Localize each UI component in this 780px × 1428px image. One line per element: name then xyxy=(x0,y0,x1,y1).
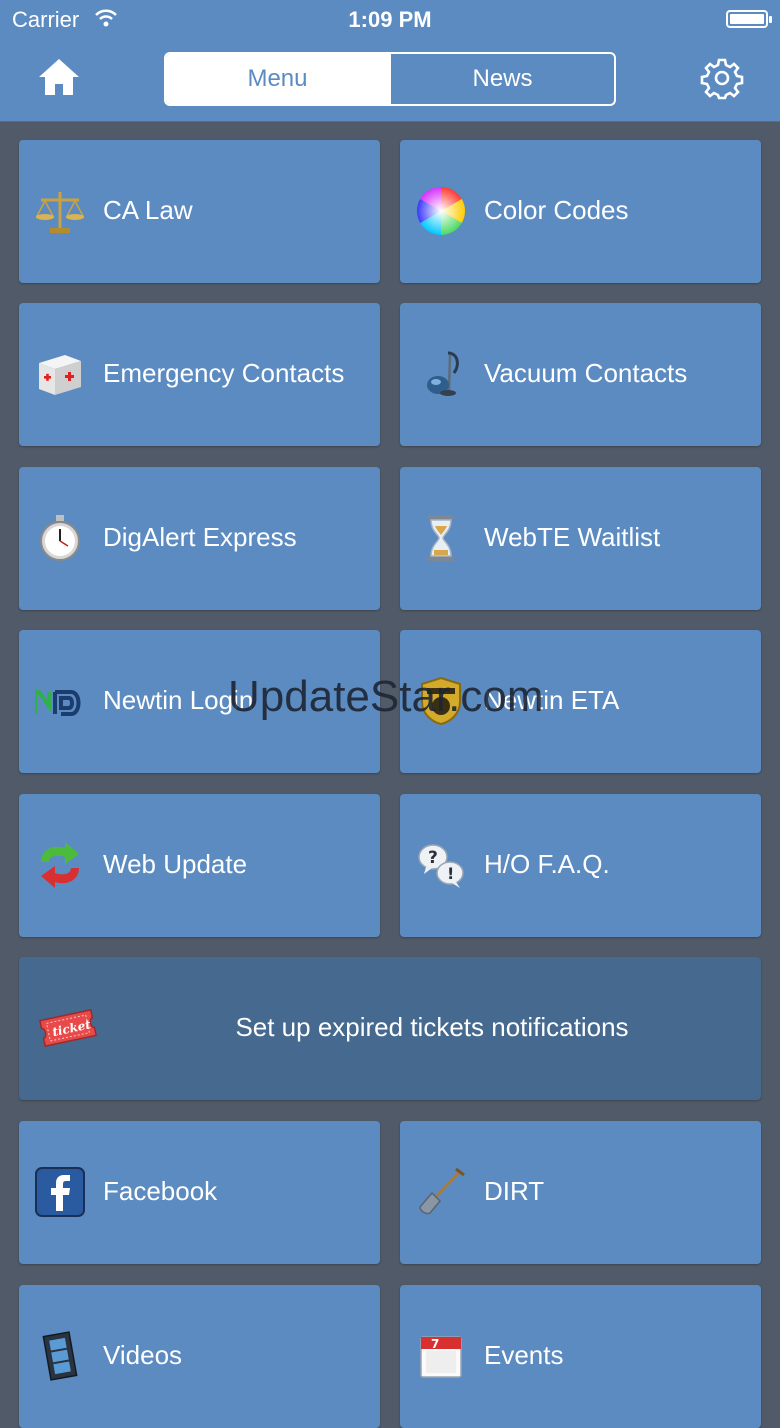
tab-menu[interactable]: Menu xyxy=(166,54,389,104)
stopwatch-icon xyxy=(40,515,80,561)
tile-label: Emergency Contacts xyxy=(103,358,345,388)
tile-events[interactable]: 7 Events xyxy=(400,1285,761,1428)
menu-news-switch: Menu News xyxy=(164,52,616,106)
watermark: UpdateStar.com xyxy=(228,672,544,721)
tile-label: Color Codes xyxy=(484,195,629,225)
first-aid-icon xyxy=(39,355,81,395)
tile-label: CA Law xyxy=(103,195,193,225)
scales-icon xyxy=(35,192,85,233)
calendar-icon: 7 xyxy=(420,1336,462,1378)
tile-label: H/O F.A.Q. xyxy=(484,849,610,879)
status-bar: Carrier 1:09 PM xyxy=(0,0,780,40)
tile-color-codes[interactable]: Color Codes xyxy=(400,140,761,283)
tile-dirt[interactable]: DIRT xyxy=(400,1121,761,1264)
tile-label: Facebook xyxy=(103,1176,218,1206)
nav-bar: Menu News xyxy=(0,40,780,122)
tile-label: Set up expired tickets notifications xyxy=(235,1012,629,1042)
gear-icon[interactable] xyxy=(700,56,744,100)
tile-label: WebTE Waitlist xyxy=(484,522,661,552)
status-time: 1:09 PM xyxy=(348,7,432,32)
facebook-icon xyxy=(35,1167,85,1217)
film-icon xyxy=(42,1331,78,1381)
tile-facebook[interactable]: Facebook xyxy=(19,1121,380,1264)
tile-label: DigAlert Express xyxy=(103,522,297,552)
question-bubbles-icon: ? ! xyxy=(418,844,464,888)
tile-webte-waitlist[interactable]: WebTE Waitlist xyxy=(400,467,761,610)
tile-expired-tickets-notifications[interactable]: ticket Set up expired tickets notificati… xyxy=(19,957,761,1100)
vacuum-icon xyxy=(427,351,459,396)
tab-news[interactable]: News xyxy=(389,54,614,104)
home-icon[interactable] xyxy=(36,56,82,98)
battery-icon xyxy=(726,10,772,28)
svg-text:!: ! xyxy=(447,864,454,883)
tile-digalert-express[interactable]: DigAlert Express xyxy=(19,467,380,610)
svg-text:?: ? xyxy=(428,848,438,868)
tile-label: Events xyxy=(484,1340,564,1370)
refresh-arrows-icon xyxy=(41,842,79,888)
tile-label: Videos xyxy=(103,1340,183,1370)
tile-label: Vacuum Contacts xyxy=(484,358,688,388)
tile-ho-faq[interactable]: ? ! H/O F.A.Q. xyxy=(400,794,761,937)
tile-label: DIRT xyxy=(484,1176,545,1206)
hourglass-icon xyxy=(428,515,454,561)
tile-emergency-contacts[interactable]: Emergency Contacts xyxy=(19,303,380,446)
tile-label: Web Update xyxy=(103,849,248,879)
newtin-logo-icon xyxy=(35,690,81,716)
tile-videos[interactable]: Videos xyxy=(19,1285,380,1428)
color-wheel-icon xyxy=(416,187,466,235)
tile-vacuum-contacts[interactable]: Vacuum Contacts xyxy=(400,303,761,446)
tile-web-update[interactable]: Web Update xyxy=(19,794,380,937)
shovel-icon xyxy=(419,1167,465,1215)
tile-ca-law[interactable]: CA Law xyxy=(19,140,380,283)
calendar-day: 7 xyxy=(431,1337,439,1351)
